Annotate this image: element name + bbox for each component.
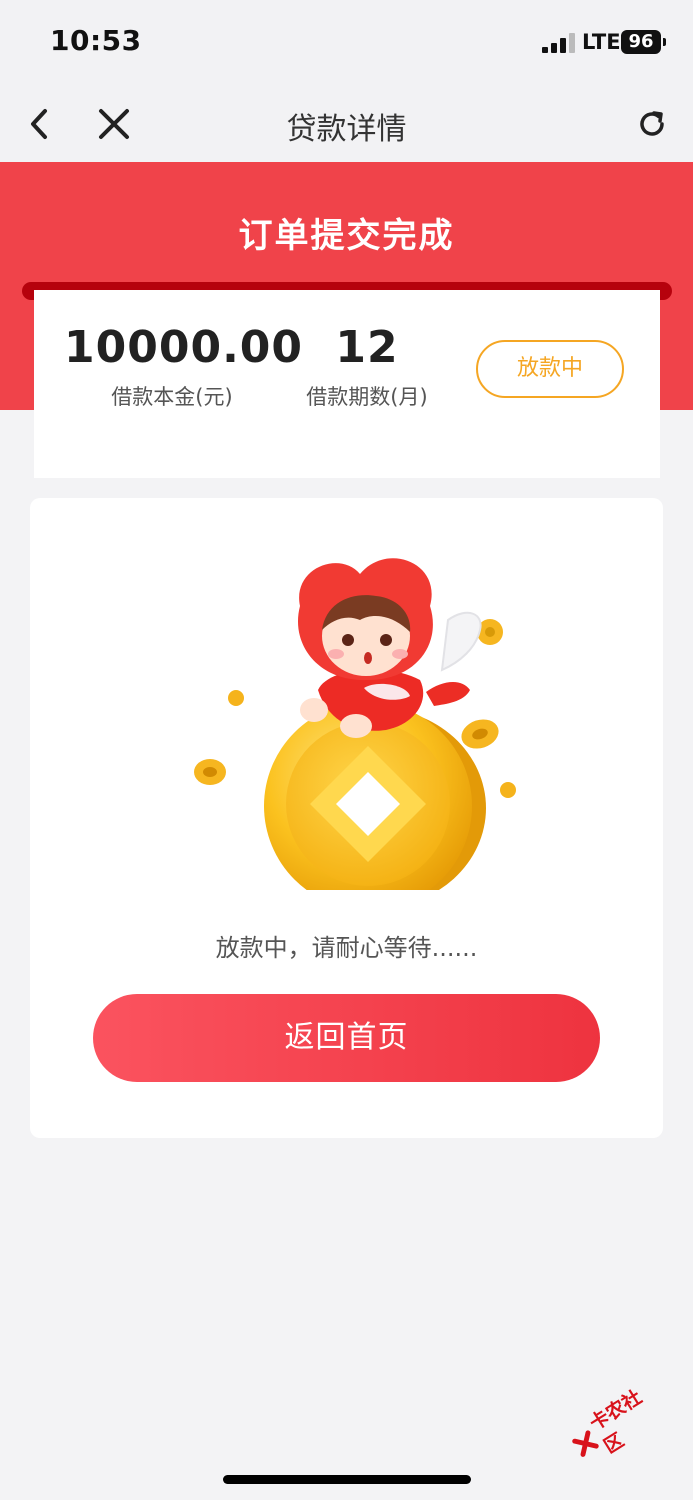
loan-term-value: 12	[335, 322, 399, 373]
loan-term-label: 借款期数(月)	[306, 385, 428, 409]
home-indicator	[223, 1475, 471, 1484]
mascot-coin-illustration	[194, 558, 516, 890]
return-home-button[interactable]: 返回首页	[93, 994, 600, 1082]
nav-bar: 贷款详情	[0, 86, 693, 162]
status-badge: 放款中	[476, 340, 624, 398]
loan-term-stat: 12 借款期数(月)	[296, 322, 438, 411]
status-time: 10:53	[50, 24, 142, 57]
network-type: LTE	[582, 30, 621, 54]
banner-title: 订单提交完成	[238, 216, 455, 256]
loan-summary-card: 10000.00 借款本金(元) 12 借款期数(月) 放款中	[34, 290, 660, 478]
loan-amount-value: 10000.00	[64, 322, 304, 373]
waiting-message: 放款中，请耐心等待......	[215, 934, 478, 962]
status-card: 放款中，请耐心等待...... 返回首页	[30, 498, 663, 1138]
signal-icon	[542, 33, 576, 53]
page-title: 贷款详情	[286, 112, 407, 147]
loan-amount-label: 借款本金(元)	[111, 385, 233, 409]
loan-amount-stat: 10000.00 借款本金(元)	[64, 322, 304, 411]
watermark-logo: 卡农社区	[565, 1378, 673, 1468]
ticket-zigzag-edge	[34, 460, 660, 478]
status-bar: 10:53 LTE 96	[0, 0, 693, 86]
battery-icon: 96	[621, 30, 666, 54]
refresh-icon[interactable]	[630, 102, 674, 146]
